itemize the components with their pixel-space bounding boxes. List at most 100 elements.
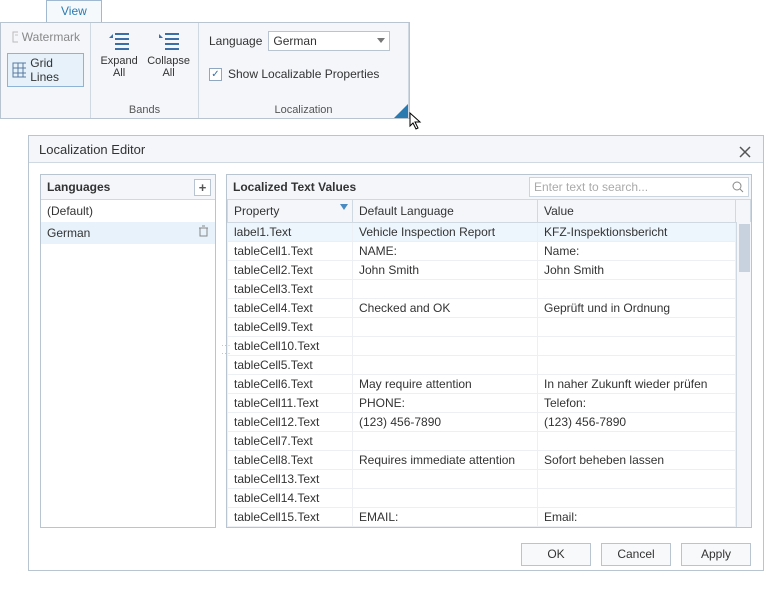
- cell-prop[interactable]: tableCell8.Text: [228, 450, 353, 469]
- cell-val[interactable]: Sofort beheben lassen: [538, 450, 736, 469]
- cell-val[interactable]: In naher Zukunft wieder prüfen: [538, 374, 736, 393]
- cell-def[interactable]: [353, 336, 538, 355]
- cell-prop[interactable]: tableCell7.Text: [228, 431, 353, 450]
- language-name: German: [47, 226, 90, 240]
- cell-val[interactable]: [538, 336, 736, 355]
- language-item[interactable]: (Default): [41, 200, 215, 222]
- table-row[interactable]: tableCell11.TextPHONE:Telefon:: [228, 393, 751, 412]
- table-row[interactable]: tableCell3.Text: [228, 279, 751, 298]
- collapse-icon: [157, 29, 181, 53]
- table-row[interactable]: tableCell1.TextNAME:Name:: [228, 241, 751, 260]
- cell-def[interactable]: [353, 279, 538, 298]
- table-row[interactable]: tableCell15.TextEMAIL:Email:: [228, 507, 751, 526]
- cell-def[interactable]: NAME:: [353, 241, 538, 260]
- cell-def[interactable]: [353, 488, 538, 507]
- cell-val[interactable]: [538, 355, 736, 374]
- close-button[interactable]: [735, 142, 755, 162]
- collapse-all-label: Collapse All: [147, 55, 190, 79]
- cell-prop[interactable]: tableCell11.Text: [228, 393, 353, 412]
- table-row[interactable]: tableCell8.TextRequires immediate attent…: [228, 450, 751, 469]
- gridlines-label: Grid Lines: [30, 56, 79, 84]
- group-label: [7, 102, 84, 116]
- splitter-handle[interactable]: ⋮⋮: [221, 341, 231, 357]
- scrollbar-thumb[interactable]: [739, 224, 750, 272]
- localization-editor: Localization Editor Languages + (Default…: [28, 135, 764, 571]
- cell-val[interactable]: KFZ-Inspektionsbericht: [538, 222, 736, 241]
- cell-val[interactable]: John Smith: [538, 260, 736, 279]
- cell-prop[interactable]: tableCell5.Text: [228, 355, 353, 374]
- table-row[interactable]: tableCell14.Text: [228, 488, 751, 507]
- cell-prop[interactable]: tableCell9.Text: [228, 317, 353, 336]
- table-row[interactable]: tableCell9.Text: [228, 317, 751, 336]
- cell-val[interactable]: [538, 469, 736, 488]
- cell-def[interactable]: Vehicle Inspection Report: [353, 222, 538, 241]
- cell-prop[interactable]: tableCell4.Text: [228, 298, 353, 317]
- table-row[interactable]: tableCell4.TextChecked and OKGeprüft und…: [228, 298, 751, 317]
- cell-val[interactable]: [538, 317, 736, 336]
- cell-def[interactable]: [353, 469, 538, 488]
- apply-button[interactable]: Apply: [681, 543, 751, 566]
- cell-prop[interactable]: tableCell3.Text: [228, 279, 353, 298]
- gridlines-button[interactable]: Grid Lines: [7, 53, 84, 87]
- close-icon: [739, 146, 751, 158]
- table-row[interactable]: tableCell13.Text: [228, 469, 751, 488]
- collapse-all-button[interactable]: Collapse All: [145, 27, 192, 81]
- cell-prop[interactable]: tableCell1.Text: [228, 241, 353, 260]
- show-localizable-checkbox[interactable]: ✓: [209, 68, 222, 81]
- cell-def[interactable]: [353, 431, 538, 450]
- cell-val[interactable]: Email:: [538, 507, 736, 526]
- cell-def[interactable]: May require attention: [353, 374, 538, 393]
- cell-prop[interactable]: tableCell2.Text: [228, 260, 353, 279]
- cell-val[interactable]: [538, 431, 736, 450]
- cancel-button[interactable]: Cancel: [601, 543, 671, 566]
- cell-val[interactable]: Name:: [538, 241, 736, 260]
- cell-def[interactable]: EMAIL:: [353, 507, 538, 526]
- column-property[interactable]: Property: [228, 200, 353, 222]
- cell-def[interactable]: Requires immediate attention: [353, 450, 538, 469]
- scrollbar[interactable]: [736, 222, 751, 527]
- chevron-down-icon: [377, 38, 385, 44]
- cell-def[interactable]: John Smith: [353, 260, 538, 279]
- table-row[interactable]: tableCell12.Text(123) 456-7890(123) 456-…: [228, 412, 751, 431]
- cell-val[interactable]: [538, 488, 736, 507]
- trash-icon[interactable]: [198, 225, 209, 240]
- search-input[interactable]: Enter text to search...: [529, 177, 749, 197]
- table-row[interactable]: tableCell6.TextMay require attentionIn n…: [228, 374, 751, 393]
- cell-prop[interactable]: tableCell14.Text: [228, 488, 353, 507]
- column-value[interactable]: Value: [538, 200, 736, 222]
- cell-prop[interactable]: tableCell15.Text: [228, 507, 353, 526]
- expand-all-button[interactable]: Expand All: [97, 27, 141, 81]
- editor-titlebar: Localization Editor: [29, 136, 763, 163]
- cell-def[interactable]: PHONE:: [353, 393, 538, 412]
- watermark-button[interactable]: Watermark: [7, 27, 84, 47]
- table-row[interactable]: tableCell5.Text: [228, 355, 751, 374]
- table-row[interactable]: tableCell2.TextJohn SmithJohn Smith: [228, 260, 751, 279]
- cell-val[interactable]: Geprüft und in Ordnung: [538, 298, 736, 317]
- cell-prop[interactable]: label1.Text: [228, 222, 353, 241]
- cell-val[interactable]: Telefon:: [538, 393, 736, 412]
- table-row[interactable]: label1.TextVehicle Inspection ReportKFZ-…: [228, 222, 751, 241]
- cell-prop[interactable]: tableCell13.Text: [228, 469, 353, 488]
- cell-val[interactable]: [538, 279, 736, 298]
- ribbon-expand-icon[interactable]: [394, 104, 408, 118]
- cell-def[interactable]: (123) 456-7890: [353, 412, 538, 431]
- column-default[interactable]: Default Language: [353, 200, 538, 222]
- ok-button[interactable]: OK: [521, 543, 591, 566]
- add-language-button[interactable]: +: [194, 179, 211, 196]
- cell-def[interactable]: [353, 355, 538, 374]
- ribbon-tab-view[interactable]: View: [46, 0, 102, 23]
- language-item[interactable]: German: [41, 222, 215, 244]
- language-name: (Default): [47, 204, 93, 218]
- bands-group-label: Bands: [97, 102, 192, 116]
- cell-prop[interactable]: tableCell10.Text: [228, 336, 353, 355]
- language-value: German: [273, 34, 316, 48]
- cell-prop[interactable]: tableCell12.Text: [228, 412, 353, 431]
- cell-def[interactable]: Checked and OK: [353, 298, 538, 317]
- cell-prop[interactable]: tableCell6.Text: [228, 374, 353, 393]
- cell-val[interactable]: (123) 456-7890: [538, 412, 736, 431]
- language-dropdown[interactable]: German: [268, 31, 390, 51]
- cell-def[interactable]: [353, 317, 538, 336]
- table-row[interactable]: tableCell7.Text: [228, 431, 751, 450]
- filter-icon[interactable]: [340, 204, 348, 210]
- table-row[interactable]: tableCell10.Text: [228, 336, 751, 355]
